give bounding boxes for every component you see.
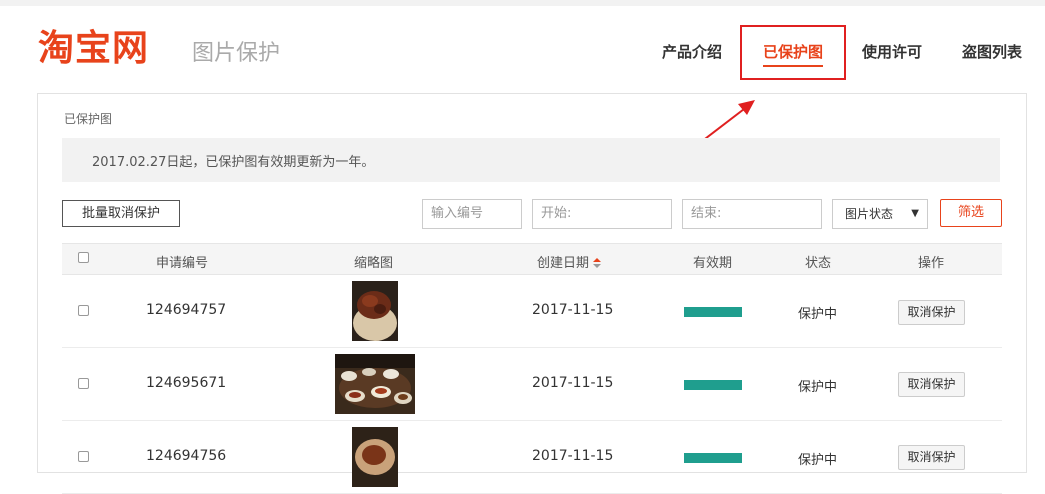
row-id: 124694756 bbox=[146, 448, 227, 464]
chevron-down-icon: ▼ bbox=[911, 208, 919, 219]
col-action: 操作 bbox=[918, 256, 945, 271]
col-status: 状态 bbox=[805, 256, 832, 271]
id-input[interactable]: 输入编号 bbox=[422, 199, 522, 229]
cancel-protection-button[interactable]: 取消保护 bbox=[898, 300, 965, 325]
validity-bar bbox=[684, 380, 742, 390]
start-date-input[interactable]: 开始: bbox=[532, 199, 672, 229]
filter-button[interactable]: 筛选 bbox=[940, 199, 1002, 227]
row-status: 保护中 bbox=[798, 380, 838, 395]
thumbnail-image[interactable] bbox=[352, 427, 398, 487]
status-select[interactable]: 图片状态 ▼ bbox=[832, 199, 928, 229]
row-checkbox[interactable] bbox=[78, 378, 89, 389]
row-checkbox[interactable] bbox=[78, 305, 89, 316]
thumbnail-image[interactable] bbox=[335, 354, 415, 414]
row-status: 保护中 bbox=[798, 307, 838, 322]
col-validity: 有效期 bbox=[693, 256, 733, 271]
notice-text: 2017.02.27日起，已保护图有效期更新为一年。 bbox=[92, 155, 375, 170]
cancel-protection-button[interactable]: 取消保护 bbox=[898, 445, 965, 470]
table-row: 124694756 2017-11-15 保护中 取消保护 bbox=[62, 421, 1002, 494]
row-id: 124695671 bbox=[146, 375, 227, 391]
status-select-label: 图片状态 bbox=[845, 207, 894, 221]
breadcrumb: 已保护图 bbox=[64, 112, 113, 126]
sort-icon[interactable] bbox=[593, 258, 602, 269]
row-created-date: 2017-11-15 bbox=[532, 302, 614, 318]
end-date-input[interactable]: 结束: bbox=[682, 199, 822, 229]
select-all-checkbox[interactable] bbox=[78, 252, 89, 263]
notice-banner: 2017.02.27日起，已保护图有效期更新为一年。 bbox=[62, 138, 1000, 182]
thumbnail-image[interactable] bbox=[352, 281, 398, 341]
row-created-date: 2017-11-15 bbox=[532, 375, 614, 391]
bulk-cancel-button[interactable]: 批量取消保护 bbox=[62, 200, 180, 227]
row-created-date: 2017-11-15 bbox=[532, 448, 614, 464]
validity-bar bbox=[684, 307, 742, 317]
table-row: 124695671 2017-11-15 保护中 取消保护 bbox=[62, 348, 1002, 421]
table-row: 124694757 2017-11-15 保护中 取消保护 bbox=[62, 275, 1002, 348]
col-created-date-label: 创建日期 bbox=[537, 256, 590, 271]
row-status: 保护中 bbox=[798, 453, 838, 468]
validity-bar bbox=[684, 453, 742, 463]
col-thumbnail: 缩略图 bbox=[354, 256, 394, 271]
row-id: 124694757 bbox=[146, 302, 227, 318]
cancel-protection-button[interactable]: 取消保护 bbox=[898, 372, 965, 397]
col-id: 申请编号 bbox=[156, 256, 209, 271]
table-header: 申请编号 缩略图 创建日期 有效期 状态 操作 bbox=[62, 243, 1002, 275]
col-created-date[interactable]: 创建日期 bbox=[537, 252, 602, 271]
